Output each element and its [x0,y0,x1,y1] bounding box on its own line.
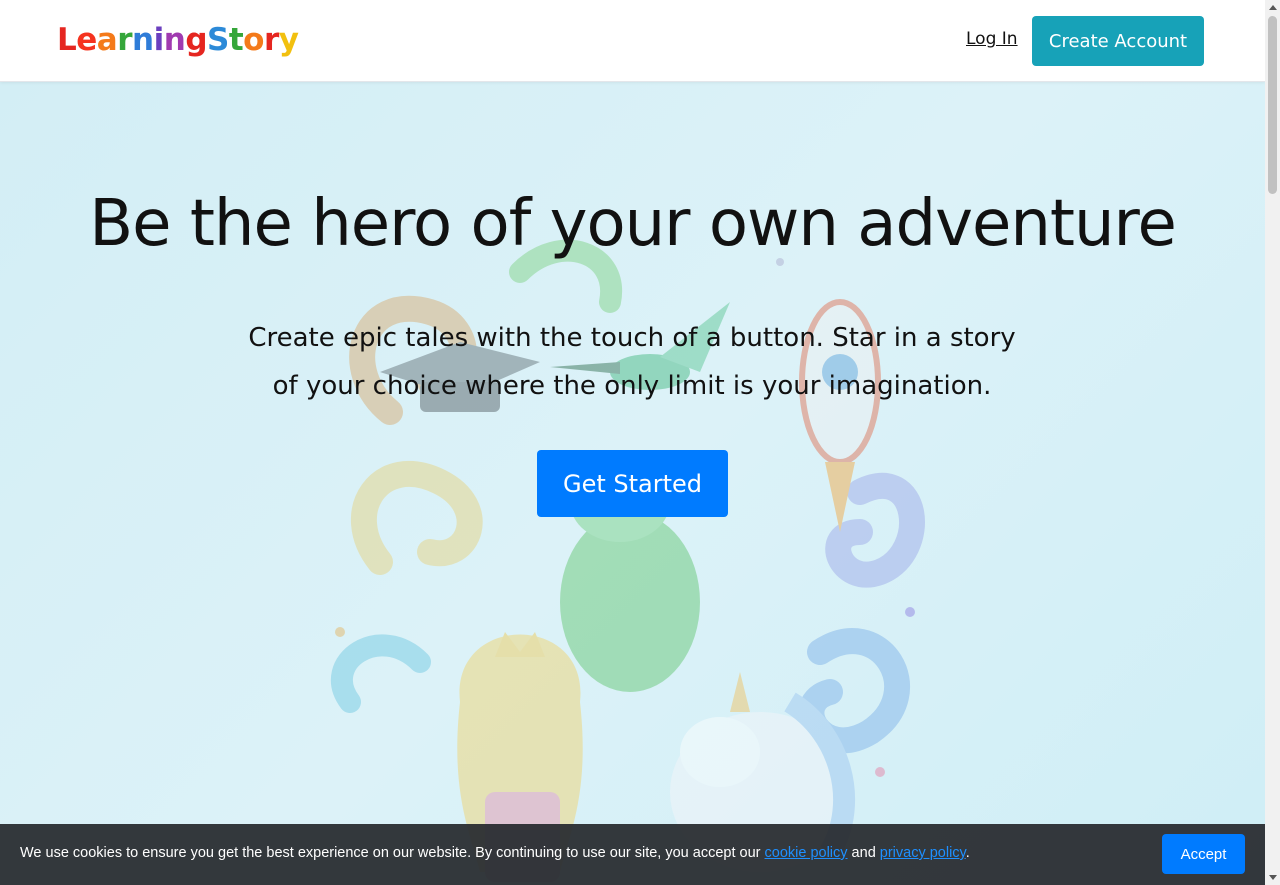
learningstory-logo[interactable]: LearningStory [57,18,299,62]
privacy-policy-link[interactable]: privacy policy [880,845,966,861]
logo-letter: e [76,22,97,58]
logo-letter: g [185,22,208,58]
cookie-text-middle: and [847,845,880,861]
hero-subtitle: Create epic tales with the touch of a bu… [248,323,1016,401]
hero-title: Be the hero of your own adventure [89,187,1177,261]
create-account-button[interactable]: Create Account [1032,16,1204,66]
page-scrollbar[interactable] [1265,0,1280,885]
logo-letter: a [96,22,118,58]
logo-letter: i [153,22,165,58]
logo-letter: n [163,22,186,58]
logo-letter: r [263,22,279,58]
logo-letter: S [207,22,229,58]
login-link[interactable]: Log In [966,29,1018,49]
cookie-policy-link[interactable]: cookie policy [765,845,848,861]
logo-letter: y [278,22,299,58]
cookie-text-end: . [965,845,970,861]
hero-section: Be the hero of your own adventure Create… [0,82,1265,885]
accept-cookies-button[interactable]: Accept [1162,834,1245,874]
logo-letter: t [228,22,244,58]
top-navbar: LearningStory Log In Create Account [0,0,1265,82]
scroll-up-icon[interactable] [1269,5,1277,10]
logo-letter: r [117,22,133,58]
logo-letter: o [243,22,264,58]
scroll-down-icon[interactable] [1269,875,1277,880]
get-started-button[interactable]: Get Started [537,450,728,517]
cookie-text-before: We use cookies to ensure you get the bes… [20,845,765,861]
cookie-banner: We use cookies to ensure you get the bes… [0,824,1265,885]
logo-letter: L [57,22,77,58]
logo-letter: n [132,22,154,58]
cookie-message: We use cookies to ensure you get the bes… [20,845,970,861]
scrollbar-thumb[interactable] [1268,16,1277,194]
